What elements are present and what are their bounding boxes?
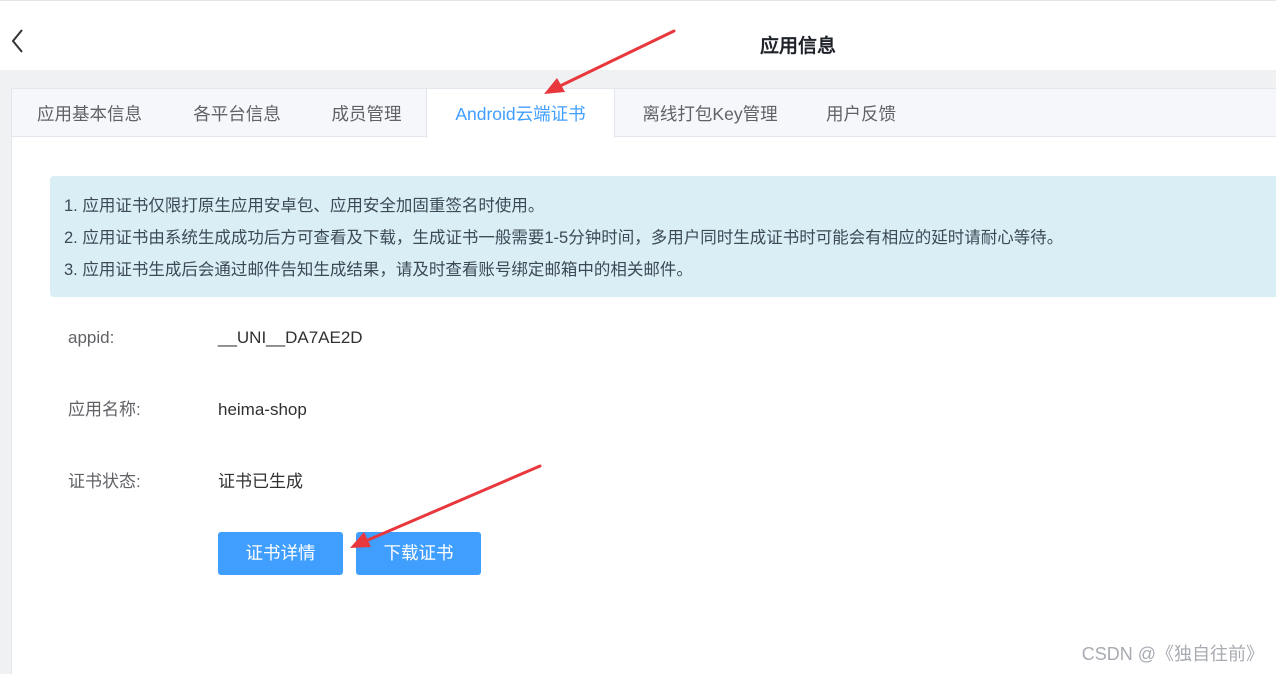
certificate-details-button[interactable]: 证书详情 xyxy=(218,532,343,575)
watermark: CSDN @《独自往前》 xyxy=(1081,644,1264,664)
certificate-status-value: 证书已生成 xyxy=(218,472,303,491)
notice-line: 2. 应用证书由系统生成成功后方可查看及下载，生成证书一般需要1-5分钟时间，多… xyxy=(64,229,1064,247)
tab-android-cloud-certificate[interactable]: Android云端证书 xyxy=(426,89,615,138)
tab-platform-info[interactable]: 各平台信息 xyxy=(167,89,307,137)
content-card: 应用基本信息 各平台信息 成员管理 Android云端证书 离线打包Key管理 … xyxy=(11,88,1276,674)
notice-line: 3. 应用证书生成后会通过邮件告知生成结果，请及时查看账号绑定邮箱中的相关邮件。 xyxy=(64,261,693,279)
tab-basic-info[interactable]: 应用基本信息 xyxy=(12,89,167,137)
tab-user-feedback[interactable]: 用户反馈 xyxy=(805,89,917,137)
tab-member-management[interactable]: 成员管理 xyxy=(307,89,426,137)
app-name-value: heima-shop xyxy=(218,400,307,419)
app-name-label: 应用名称: xyxy=(68,400,141,419)
appid-value: __UNI__DA7AE2D xyxy=(218,328,363,347)
tab-offline-key-management[interactable]: 离线打包Key管理 xyxy=(615,89,805,137)
top-bar: 应用信息 xyxy=(0,0,1276,70)
download-certificate-button[interactable]: 下载证书 xyxy=(356,532,481,575)
page-title: 应用信息 xyxy=(759,36,836,57)
tab-bar: 应用基本信息 各平台信息 成员管理 Android云端证书 离线打包Key管理 … xyxy=(12,89,1276,138)
notice-line: 1. 应用证书仅限打原生应用安卓包、应用安全加固重签名时使用。 xyxy=(64,197,545,215)
certificate-status-label: 证书状态: xyxy=(68,472,141,491)
appid-label: appid: xyxy=(68,328,115,347)
notice-box: 1. 应用证书仅限打原生应用安卓包、应用安全加固重签名时使用。 2. 应用证书由… xyxy=(50,176,1276,297)
